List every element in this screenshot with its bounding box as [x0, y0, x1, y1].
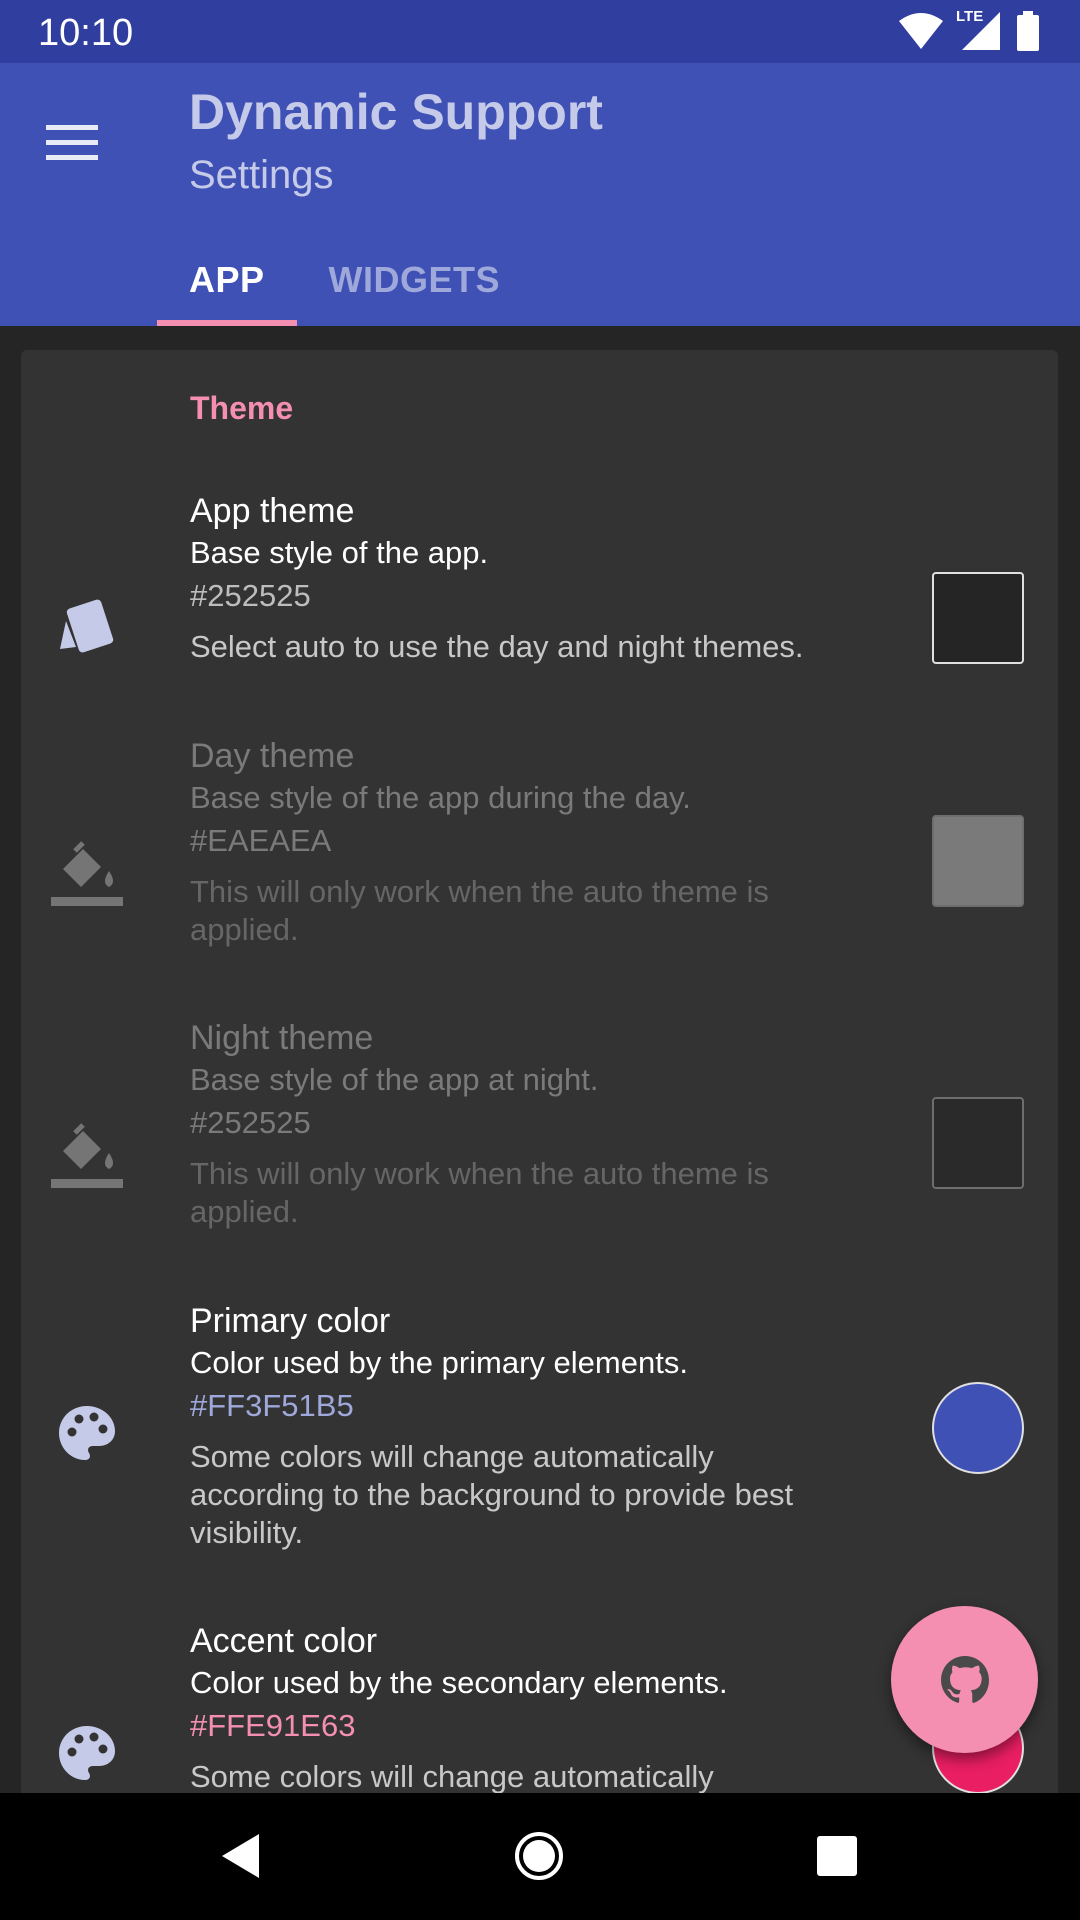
color-swatch[interactable]: [932, 1382, 1024, 1474]
paint-bucket-icon: [49, 835, 125, 911]
pref-value: #FFE91E63: [190, 1708, 356, 1743]
pref-description: Select auto to use the day and night the…: [190, 629, 804, 664]
pref-summary: Base style of the app.: [190, 535, 489, 570]
pref-description: This will only work when the auto theme …: [190, 874, 769, 947]
app-bar: Dynamic Support Settings APP WIDGETS: [0, 63, 1080, 326]
recents-button[interactable]: [792, 1811, 882, 1901]
palette-icon: [49, 1395, 125, 1471]
pref-title: Day theme: [190, 737, 355, 775]
color-swatch[interactable]: [932, 815, 1024, 907]
tab-app[interactable]: APP: [157, 233, 297, 326]
paint-bucket-icon: [49, 1117, 125, 1193]
pref-summary: Color used by the primary elements.: [190, 1345, 688, 1380]
pref-accent-color-text: Accent color Color used by the secondary…: [190, 1620, 850, 1796]
pref-value: #252525: [190, 578, 311, 613]
menu-button[interactable]: [32, 103, 112, 183]
pref-description: Some colors will change automatically: [190, 1759, 714, 1794]
app-title: Dynamic Support: [189, 84, 603, 140]
pref-summary: Color used by the secondary elements.: [190, 1665, 728, 1700]
pref-night-theme-text: Night theme Base style of the app at nig…: [190, 1017, 850, 1231]
pref-value: #252525: [190, 1105, 311, 1140]
status-time: 10:10: [38, 12, 134, 54]
pref-description: Some colors will change automatically ac…: [190, 1439, 794, 1550]
pref-summary: Base style of the app at night.: [190, 1062, 599, 1097]
color-swatch[interactable]: [932, 572, 1024, 664]
network-label: LTE: [956, 8, 984, 25]
tab-bar: APP WIDGETS: [157, 233, 532, 326]
github-fab[interactable]: [891, 1606, 1038, 1753]
wifi-icon: [899, 13, 943, 49]
pref-title: Night theme: [190, 1019, 374, 1057]
status-icons: LTE: [898, 8, 1040, 52]
navigation-bar: [0, 1793, 1080, 1920]
home-button[interactable]: [494, 1811, 584, 1901]
pref-summary: Base style of the app during the day.: [190, 780, 691, 815]
section-title: Theme: [190, 390, 294, 426]
pref-value: #EAEAEA: [190, 823, 332, 858]
pref-title: App theme: [190, 492, 355, 530]
palette-icon: [49, 1715, 125, 1791]
tab-widgets[interactable]: WIDGETS: [297, 233, 533, 326]
theme-card-icon: [49, 586, 125, 662]
color-swatch[interactable]: [932, 1097, 1024, 1189]
home-circle-icon: [515, 1832, 563, 1880]
back-button[interactable]: [196, 1811, 286, 1901]
status-bar: 10:10 LTE: [0, 0, 1080, 63]
pref-value: #FF3F51B5: [190, 1388, 354, 1423]
pref-day-theme-text: Day theme Base style of the app during t…: [190, 735, 850, 949]
hamburger-menu-icon: [46, 125, 98, 160]
pref-description: This will only work when the auto theme …: [190, 1156, 769, 1229]
pref-primary-color-text: Primary color Color used by the primary …: [190, 1300, 850, 1552]
recents-square-icon: [817, 1836, 857, 1876]
back-triangle-icon: [222, 1834, 259, 1878]
app-subtitle: Settings: [189, 153, 334, 197]
settings-card: Theme App theme Base style of the app. #…: [21, 350, 1058, 1800]
pref-title: Primary color: [190, 1302, 391, 1340]
cell-signal-icon: LTE: [956, 8, 1002, 52]
pref-title: Accent color: [190, 1622, 378, 1660]
pref-app-theme-text: App theme Base style of the app. #252525…: [190, 490, 850, 666]
battery-icon: [1017, 11, 1039, 51]
github-icon: [940, 1655, 989, 1703]
